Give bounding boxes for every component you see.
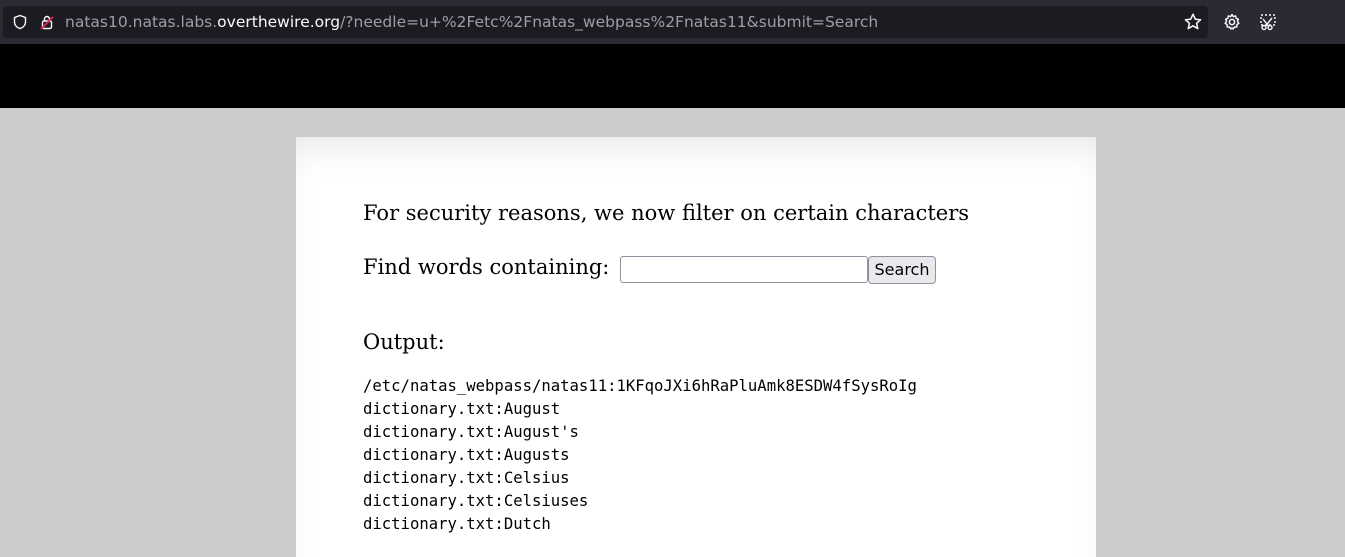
find-words-label: Find words containing: [363, 255, 610, 279]
shield-icon[interactable] [12, 14, 28, 30]
page-heading: For security reasons, we now filter on c… [363, 201, 970, 225]
output-block: /etc/natas_webpass/natas11:1KFqoJXi6hRaP… [363, 375, 917, 536]
url-host: overthewire.org [217, 13, 341, 31]
url-rest: /?needle=u+%2Fetc%2Fnatas_webpass%2Fnata… [340, 13, 879, 31]
url-prefix: natas10.natas.labs. [65, 13, 218, 31]
output-label: Output: [363, 330, 445, 354]
output-line: dictionary.txt:Celsiuses [363, 492, 589, 510]
url-bar[interactable]: natas10.natas.labs.overthewire.org/?need… [3, 6, 1208, 38]
bookmark-star-icon[interactable] [1183, 12, 1203, 32]
insecure-lock-icon[interactable] [39, 14, 55, 30]
output-line: dictionary.txt:Dutch [363, 515, 551, 533]
screenshot-icon[interactable] [1258, 12, 1278, 32]
search-button[interactable]: Search [868, 256, 936, 284]
output-line: dictionary.txt:Celsius [363, 469, 570, 487]
url-text[interactable]: natas10.natas.labs.overthewire.org/?need… [65, 6, 878, 38]
settings-gear-icon[interactable] [1222, 12, 1242, 32]
output-line: dictionary.txt:Augusts [363, 446, 570, 464]
browser-toolbar: natas10.natas.labs.overthewire.org/?need… [0, 0, 1345, 44]
output-line: /etc/natas_webpass/natas11:1KFqoJXi6hRaP… [363, 377, 917, 395]
page-banner [0, 44, 1345, 108]
needle-input[interactable] [620, 256, 868, 283]
content-card: For security reasons, we now filter on c… [296, 137, 1096, 557]
output-line: dictionary.txt:August's [363, 423, 579, 441]
output-line: dictionary.txt:August [363, 400, 561, 418]
